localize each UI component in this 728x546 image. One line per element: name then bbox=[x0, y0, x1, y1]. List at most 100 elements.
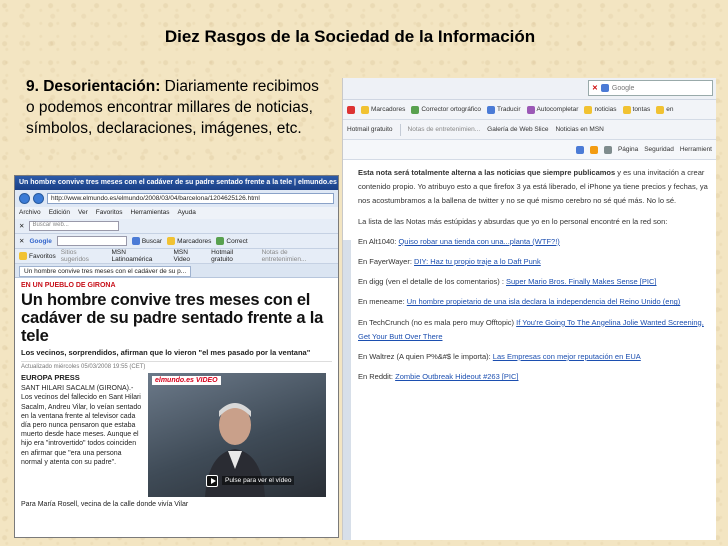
paragraph-text: En Waltrez (A quien P%&#$ le importa): bbox=[358, 352, 493, 362]
menu-item[interactable]: Herramientas bbox=[131, 209, 170, 217]
search-icon bbox=[131, 237, 140, 245]
favorites-item[interactable]: Noticias en MSN bbox=[555, 126, 603, 133]
news-kicker: EN UN PUEBLO DE GIRONA bbox=[21, 282, 116, 289]
news-text-column: EUROPA PRESS SANT HILARI SACALM (GIRONA)… bbox=[21, 373, 143, 497]
blog-paragraph: Esta nota será totalmente alterna a las … bbox=[358, 166, 710, 209]
menu-item[interactable]: Edición bbox=[49, 209, 70, 217]
print-icon[interactable] bbox=[603, 145, 612, 154]
home-icon[interactable] bbox=[575, 145, 584, 154]
paragraph-text: En meneame: bbox=[358, 297, 407, 307]
paragraph-text: En FayerWayer: bbox=[358, 257, 414, 267]
blog-post: Esta nota será totalmente alterna a las … bbox=[343, 160, 716, 390]
blog-paragraph: La lista de las Notas más estúpidas y ab… bbox=[358, 215, 710, 229]
tools-menu[interactable]: Herramient bbox=[680, 146, 712, 153]
blog-paragraph: En digg (ven el detalle de los comentari… bbox=[358, 275, 710, 289]
slide-title: Diez Rasgos de la Sociedad de la Informa… bbox=[164, 27, 536, 46]
news-paragraph: SANT HILARI SACALM (GIRONA).- Los vecino… bbox=[21, 385, 142, 466]
star-icon bbox=[167, 237, 176, 245]
ie-address-bar: http://www.elmundo.es/elmundo/2008/03/04… bbox=[15, 190, 338, 207]
ie-tabbar: Un hombre convive tres meses con el cadá… bbox=[15, 264, 338, 278]
forward-icon[interactable] bbox=[33, 193, 44, 204]
search-web-input[interactable]: Buscar web... bbox=[29, 221, 120, 231]
news-body: EUROPA PRESS SANT HILARI SACALM (GIRONA)… bbox=[21, 373, 332, 497]
menu-item[interactable]: Ayuda bbox=[178, 209, 196, 217]
autofill-button[interactable]: Autocompletar bbox=[526, 105, 578, 114]
blog-paragraph: En TechCrunch (no es mala pero muy Offto… bbox=[358, 316, 710, 344]
close-icon[interactable]: ✕ bbox=[19, 222, 24, 230]
article-link[interactable]: Zombie Outbreak Hideout #263 [PIC] bbox=[395, 372, 518, 381]
favorites-item[interactable]: MSN Video bbox=[173, 249, 206, 263]
highlight-tontas[interactable]: tontas bbox=[622, 105, 650, 114]
command-bar: Página Seguridad Herramient bbox=[343, 140, 716, 160]
news-headline[interactable]: Un hombre convive tres meses con el cadá… bbox=[21, 291, 332, 345]
dropdown-icon[interactable] bbox=[347, 105, 355, 114]
check-icon bbox=[411, 105, 420, 114]
paragraph-text: En TechCrunch (no es mala pero muy Offto… bbox=[358, 317, 517, 327]
favorites-item[interactable]: Hotmail gratuito bbox=[211, 249, 256, 263]
close-icon[interactable]: ✕ bbox=[592, 84, 598, 92]
favorites-item[interactable]: Hotmail gratuito bbox=[347, 126, 393, 133]
browser-tab[interactable]: Un hombre convive tres meses con el cadá… bbox=[19, 266, 192, 277]
back-icon[interactable] bbox=[19, 193, 30, 204]
ie-url-field[interactable]: http://www.elmundo.es/elmundo/2008/03/04… bbox=[47, 193, 334, 204]
article-link[interactable]: Las Empresas con mejor reputación en EUA bbox=[493, 352, 641, 361]
video-player[interactable]: elmundo.es VIDEO Pulse para ver el vídeo bbox=[148, 373, 326, 497]
google-search-box[interactable]: ✕ Google bbox=[588, 80, 713, 96]
article-link[interactable]: Super Mario Bros. Finally Makes Sense [P… bbox=[506, 277, 656, 286]
highlight-en[interactable]: en bbox=[656, 105, 673, 114]
security-menu[interactable]: Seguridad bbox=[644, 146, 674, 153]
play-icon[interactable] bbox=[206, 475, 218, 487]
favorites-item[interactable]: Notas de entretenimien... bbox=[262, 249, 334, 263]
google-icon bbox=[600, 84, 609, 92]
favorites-bar: Favoritos Sitios sugeridos MSN Latinoamé… bbox=[15, 249, 338, 264]
autofill-icon bbox=[526, 105, 535, 114]
paragraph-text: La lista de las Notas más estúpidas y ab… bbox=[358, 216, 668, 226]
blog-paragraph: En Reddit: Zombie Outbreak Hideout #263 … bbox=[358, 370, 710, 384]
article-link[interactable]: Un hombre propietario de una isla declar… bbox=[407, 297, 681, 306]
google-search-input[interactable] bbox=[56, 236, 127, 246]
video-caption[interactable]: Pulse para ver el vídeo bbox=[222, 476, 295, 485]
spellcheck-button[interactable]: Corrector ortográfico bbox=[411, 105, 481, 114]
menu-item[interactable]: Favoritos bbox=[96, 209, 123, 217]
search-button[interactable]: Buscar bbox=[131, 237, 162, 245]
favorites-bar: Hotmail gratuito Notas de entretenimien.… bbox=[343, 120, 716, 140]
paragraph-text: Esta nota será totalmente alterna a las … bbox=[358, 168, 616, 177]
google-toolbar: ✕ Google Buscar Marcadores Correct bbox=[15, 234, 338, 249]
favorites-item[interactable]: Galería de Web Slice bbox=[487, 126, 548, 133]
article-link[interactable]: DIY: Haz tu propio traje a lo Daft Punk bbox=[414, 257, 541, 266]
spellcheck-button[interactable]: Correct bbox=[216, 237, 248, 245]
blog-paragraph: En Waltrez (A quien P%&#$ le importa): L… bbox=[358, 350, 710, 364]
left-screenshot: Un hombre convive tres meses con el cadá… bbox=[14, 175, 339, 538]
google-logo: Google bbox=[29, 237, 52, 245]
pen-icon bbox=[622, 105, 631, 114]
news-footer-text: Para María Rosell, vecina de la calle do… bbox=[21, 501, 189, 508]
news-subheadline: Los vecinos, sorprendidos, afirman que l… bbox=[21, 348, 311, 357]
bookmarks-button[interactable]: Marcadores bbox=[167, 237, 211, 245]
favorites-item[interactable]: MSN Latinoamérica bbox=[112, 249, 169, 263]
blog-paragraph: En FayerWayer: DIY: Haz tu propio traje … bbox=[358, 255, 710, 269]
translate-icon bbox=[486, 105, 495, 114]
news-meta: Actualizado miércoles 05/03/2008 19:55 (… bbox=[21, 361, 332, 370]
pen-icon bbox=[584, 105, 593, 114]
ie-toolbar: ✕ Buscar web... bbox=[15, 219, 338, 234]
search-placeholder: Google bbox=[611, 84, 635, 92]
close-icon[interactable]: ✕ bbox=[19, 237, 24, 245]
video-brand-logo: elmundo.es VIDEO bbox=[152, 376, 221, 385]
menu-item[interactable]: Archivo bbox=[19, 209, 41, 217]
ie-menubar: Archivo Edición Ver Favoritos Herramient… bbox=[15, 207, 338, 219]
check-icon bbox=[216, 237, 225, 245]
star-icon bbox=[19, 252, 27, 260]
rss-icon[interactable] bbox=[589, 145, 598, 154]
favorites-button[interactable]: Favoritos bbox=[19, 252, 56, 260]
pen-icon bbox=[656, 105, 665, 114]
translate-button[interactable]: Traducir bbox=[486, 105, 521, 114]
page-menu[interactable]: Página bbox=[618, 146, 638, 153]
browser-top-bar: ✕ Google bbox=[343, 78, 716, 100]
favorites-item[interactable]: Notas de entretenimien... bbox=[408, 126, 481, 133]
paragraph-text: En Reddit: bbox=[358, 372, 396, 382]
favorites-item[interactable]: Sitios sugeridos bbox=[61, 249, 107, 263]
highlight-noticias[interactable]: noticias bbox=[584, 105, 617, 114]
menu-item[interactable]: Ver bbox=[78, 209, 88, 217]
article-link[interactable]: Quiso robar una tienda con una...planta … bbox=[398, 237, 559, 246]
bookmarks-button[interactable]: Marcadores bbox=[361, 105, 405, 114]
